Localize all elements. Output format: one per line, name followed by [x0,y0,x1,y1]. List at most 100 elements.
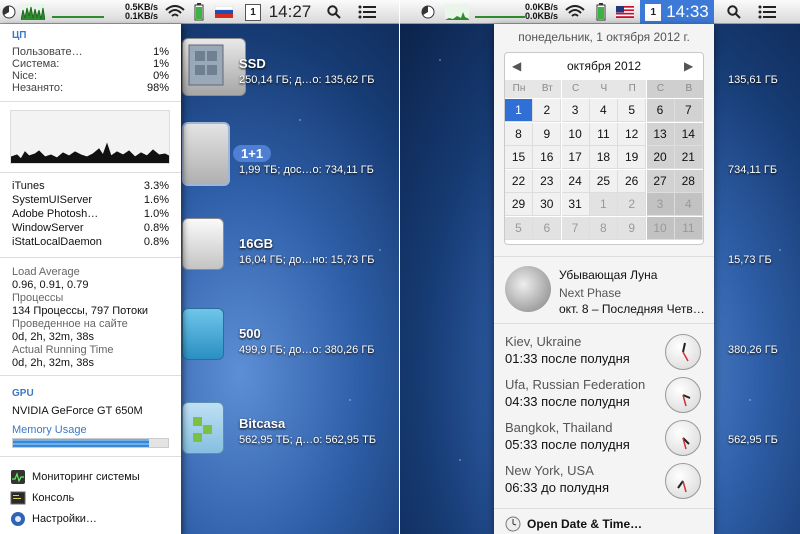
calendar-day[interactable]: 21 [674,146,703,169]
memory-bar-icon[interactable] [48,0,108,24]
calendar-day[interactable]: 25 [589,169,618,193]
calendar-day[interactable]: 27 [646,169,675,193]
external-drive-icon [182,122,230,186]
calendar-day[interactable]: 13 [646,122,675,146]
input-flag-us-icon[interactable] [615,0,635,24]
separator [0,172,181,173]
calendar-day[interactable]: 3 [646,193,675,216]
next-month-button[interactable]: ▶ [684,59,693,73]
action-activity-monitor[interactable]: Мониторинг системы [10,466,180,487]
calendar-day[interactable]: 30 [533,193,562,216]
calendar-day[interactable]: 11 [589,122,618,146]
wifi-icon[interactable] [564,0,586,24]
calendar-day[interactable]: 6 [533,216,562,240]
load-average-value: 0.96, 0.91, 0.79 [12,279,89,291]
calendar-day[interactable]: 19 [618,146,647,169]
calendar-day[interactable]: 24 [561,169,590,193]
running-time-value: 0d, 2h, 32m, 38s [12,357,94,369]
drive-info: 562,95 ТБ; д…о: 562,95 ТБ [239,434,377,446]
calendar-day[interactable]: 12 [618,122,647,146]
cpu-graph-icon[interactable] [20,0,46,24]
calendar-day[interactable]: 31 [561,193,590,216]
date-header: понедельник, 1 октября 2012 г. [518,30,690,44]
world-clock-row[interactable]: Bangkok, Thailand 05:33 после полудня [494,418,714,460]
calendar-day[interactable]: 7 [561,216,590,240]
calendar-day[interactable]: 2 [533,99,562,122]
world-clock-city: Bangkok, Thailand [505,420,613,435]
calendar-day[interactable]: 7 [674,99,703,122]
separator [494,323,714,324]
calendar-day[interactable]: 3 [561,99,590,122]
input-flag-ru-icon[interactable] [214,0,234,24]
battery-icon[interactable] [594,0,608,24]
calendar-day[interactable]: 22 [505,169,533,193]
battery-icon[interactable] [192,0,206,24]
cpu-title: ЦП [12,30,27,41]
world-clock-row[interactable]: New York, USA 06:33 до полудня [494,461,714,503]
drive-name: 500 [239,326,261,341]
notification-center-icon[interactable] [756,0,778,24]
drive-info: 1,99 ТБ; дос…о: 734,11 ГБ [239,164,374,176]
calendar-icon[interactable]: 1 [244,0,262,24]
cpu-graph-icon[interactable] [444,0,470,24]
calendar-day[interactable]: 15 [505,146,533,169]
calendar-day[interactable]: 18 [589,146,618,169]
calendar-day[interactable]: 11 [674,216,703,240]
weekday-header: Ч [589,80,618,98]
calendar-day[interactable]: 17 [561,146,590,169]
weekday-header: П [618,80,647,98]
process-row: SystemUIServer 1.6% [12,193,169,207]
moon-title: Убывающая Луна [559,268,658,282]
world-clock-row[interactable]: Kiev, Ukraine 01:33 после полудня [494,332,714,374]
pie-cpu-icon[interactable] [2,0,16,24]
world-clock-time: 05:33 после полудня [505,437,630,452]
calendar-day-today[interactable]: 1 [505,99,533,122]
wifi-icon[interactable] [164,0,186,24]
calendar-day[interactable]: 1 [589,193,618,216]
calendar-day[interactable]: 4 [674,193,703,216]
calendar-day[interactable]: 10 [646,216,675,240]
network-speed[interactable]: 0.0KB/s 0.0KB/s [512,0,558,24]
action-console[interactable]: Консоль [10,487,180,508]
calendar-day[interactable]: 5 [618,99,647,122]
world-clock-time: 06:33 до полудня [505,480,610,495]
pie-cpu-icon[interactable] [420,0,436,24]
cpu-row: Nice: 0% [12,70,169,82]
calendar-day[interactable]: 16 [533,146,562,169]
calendar-day[interactable]: 5 [505,216,533,240]
process-row: WindowServer 0.8% [12,221,169,235]
world-clock-time: 01:33 после полудня [505,351,630,366]
calendar-day[interactable]: 28 [674,169,703,193]
calendar-day[interactable]: 8 [589,216,618,240]
calendar-day[interactable]: 29 [505,193,533,216]
action-preferences[interactable]: Настройки… [10,508,180,529]
separator [0,375,181,376]
moon-phase-icon [505,266,551,312]
drive-name-selected: 1+1 [233,145,272,162]
gpu-memory-fill [13,439,150,447]
world-clock-row[interactable]: Ufa, Russian Federation 04:33 после полу… [494,375,714,417]
process-name: WindowServer [12,222,84,234]
spotlight-search-icon[interactable] [324,0,344,24]
menubar-clock[interactable]: 14:27 [266,0,314,24]
separator [494,508,714,509]
calendar-day[interactable]: 20 [646,146,675,169]
open-date-time-button[interactable]: Open Date & Time… [505,516,642,532]
notification-center-icon[interactable] [356,0,378,24]
network-speed[interactable]: 0.5KB/s 0.1KB/s [110,0,158,24]
calendar-day[interactable]: 6 [646,99,675,122]
calendar-day[interactable]: 9 [533,122,562,146]
calendar-day[interactable]: 26 [618,169,647,193]
calendar-day[interactable]: 10 [561,122,590,146]
calendar-day[interactable]: 9 [618,216,647,240]
calendar-day[interactable]: 8 [505,122,533,146]
process-name: Adobe Photosh… [12,208,99,220]
calendar-day[interactable]: 4 [589,99,618,122]
menubar-clock-active[interactable]: 1 14:33 [640,0,714,24]
ssd-drive-icon [182,38,246,96]
spotlight-search-icon[interactable] [724,0,744,24]
analog-clock-icon [665,420,701,456]
calendar-day[interactable]: 2 [618,193,647,216]
calendar-day[interactable]: 23 [533,169,562,193]
calendar-day[interactable]: 14 [674,122,703,146]
